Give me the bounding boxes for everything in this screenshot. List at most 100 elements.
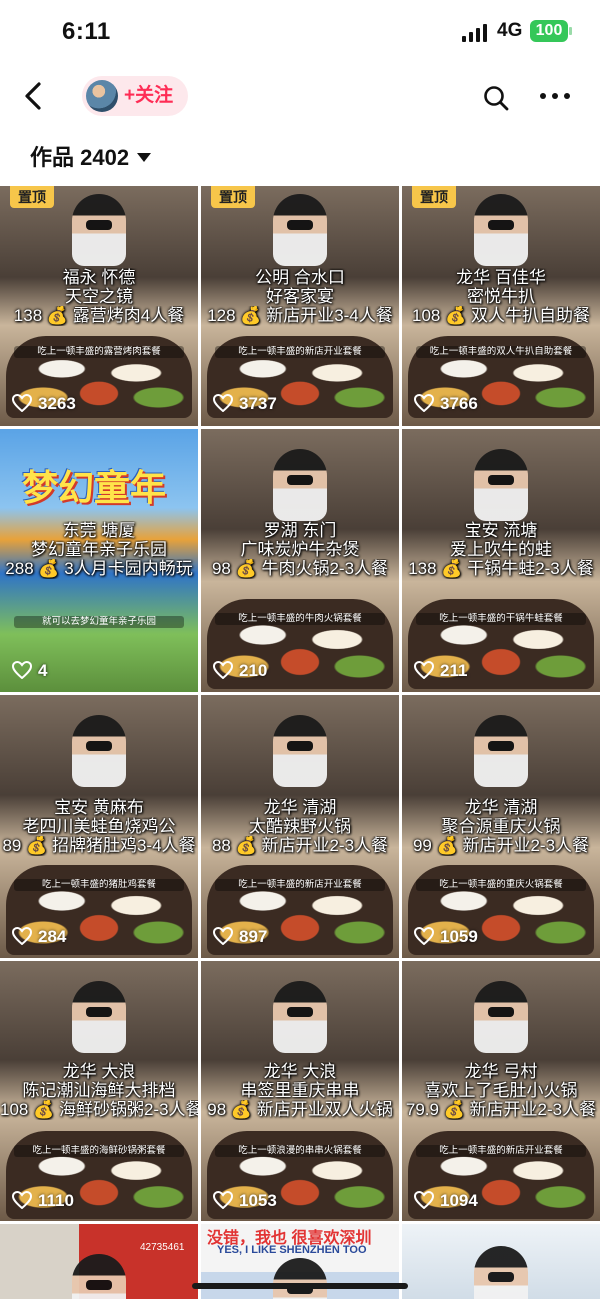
tile-subtitle: 吃上一顿丰盛的重庆火锅套餐 (416, 879, 586, 891)
heart-icon (213, 661, 233, 679)
tile-thumbnail (72, 1254, 126, 1299)
video-tile[interactable]: 龙华 大浪 陈记潮汕海鲜大排档 108 💰 海鲜砂锅粥2-3人餐 吃上一顿丰盛的… (0, 961, 198, 1221)
like-count: 897 (213, 927, 267, 947)
heart-icon (414, 394, 434, 412)
video-tile[interactable]: 置顶 公明 合水口 好客家宴 128 💰 新店开业3-4人餐 吃上一顿丰盛的新店… (201, 186, 399, 426)
pinned-badge: 置顶 (412, 186, 456, 208)
tile-caption-restaurant: 好客家宴 (266, 287, 334, 306)
tile-caption-restaurant: 爱上吹牛的蛙 (450, 540, 552, 559)
like-count: 1110 (12, 1191, 74, 1211)
tile-thumbnail (474, 715, 528, 787)
like-count: 4 (12, 661, 47, 681)
like-count-value: 3737 (239, 394, 277, 413)
tile-caption-location: 福永 怀德 (62, 268, 136, 287)
tile-caption-deal: 138 💰 露营烤肉4人餐 (13, 306, 185, 325)
heart-icon (414, 927, 434, 945)
battery-icon: 100 (530, 20, 572, 42)
video-tile[interactable]: 宝安 流塘 爱上吹牛的蛙 138 💰 干锅牛蛙2-3人餐 吃上一顿丰盛的干锅牛蛙… (402, 429, 600, 692)
heart-icon (213, 394, 233, 412)
tile-caption-location: 龙华 大浪 (263, 1062, 337, 1081)
works-label: 作品 (30, 145, 75, 170)
video-tile[interactable]: 龙华 清湖 聚合源重庆火锅 99 💰 新店开业2-3人餐 吃上一顿丰盛的重庆火锅… (402, 695, 600, 958)
back-button[interactable] (18, 78, 52, 114)
like-count-value: 211 (440, 661, 468, 680)
network-type: 4G (497, 20, 523, 41)
avatar[interactable] (86, 80, 118, 112)
tile-thumbnail (474, 194, 528, 266)
like-count: 211 (414, 661, 467, 681)
tile-thumbnail (474, 449, 528, 521)
tile-thumbnail (474, 1246, 528, 1299)
tile-caption-restaurant: 天空之镜 (65, 287, 133, 306)
tile-thumbnail (474, 981, 528, 1053)
tile-subtitle: 吃上一顿丰盛的牛肉火锅套餐 (215, 613, 385, 625)
home-indicator[interactable] (192, 1283, 408, 1289)
tile-subtitle: 就可以去梦幻童年亲子乐园 (14, 616, 184, 628)
like-count-value: 210 (239, 661, 268, 680)
heart-icon (12, 394, 32, 412)
heart-icon (213, 1191, 233, 1209)
like-count-value: 4 (38, 661, 48, 680)
heart-icon (414, 661, 434, 679)
video-tile[interactable] (402, 1224, 600, 1299)
video-tile[interactable]: 罗湖 东门 广味炭炉牛杂煲 98 💰 牛肉火锅2-3人餐 吃上一顿丰盛的牛肉火锅… (201, 429, 399, 692)
tile-caption-location: 龙华 清湖 (263, 798, 337, 817)
tile-thumbnail (72, 194, 126, 266)
video-tile[interactable]: 42735461 (0, 1224, 198, 1299)
tile-thumbnail (273, 194, 327, 266)
video-tile[interactable]: 置顶 福永 怀德 天空之镜 138 💰 露营烤肉4人餐 吃上一顿丰盛的露营烤肉套… (0, 186, 198, 426)
tile-caption-restaurant: 太酷辣野火锅 (249, 817, 351, 836)
more-button[interactable] (538, 84, 572, 108)
video-tile[interactable]: 梦幻童年 东莞 塘厦 梦幻童年亲子乐园 288 💰 3人月卡园内畅玩 就可以去梦… (0, 429, 198, 692)
tile-subtitle: 吃上一顿丰盛的猪肚鸡套餐 (14, 879, 184, 891)
tile-caption-deal: 108 💰 海鲜砂锅粥2-3人餐 (0, 1100, 198, 1119)
pinned-badge: 置顶 (10, 186, 54, 208)
like-count: 1053 (213, 1191, 277, 1211)
video-tile[interactable]: 龙华 大浪 串签里重庆串串 98 💰 新店开业双人火锅 吃上一顿浪漫的串串火锅套… (201, 961, 399, 1221)
like-count: 3766 (414, 394, 478, 414)
like-count: 210 (213, 661, 267, 681)
like-count: 3737 (213, 394, 277, 414)
search-icon (484, 86, 509, 111)
tile-caption-location: 东莞 塘厦 (62, 521, 136, 540)
tile-caption-restaurant: 老四川美蛙鱼烧鸡公 (22, 817, 176, 836)
search-button[interactable] (482, 84, 510, 112)
tile-thumbnail (273, 981, 327, 1053)
chevron-left-icon (25, 82, 41, 110)
video-tile[interactable]: 龙华 清湖 太酷辣野火锅 88 💰 新店开业2-3人餐 吃上一顿丰盛的新店开业套… (201, 695, 399, 958)
tile-thumbnail (273, 715, 327, 787)
follow-button[interactable]: +关注 (124, 76, 173, 116)
status-bar: 6:11 4G 100 (0, 0, 600, 64)
tile-caption-location: 龙华 百佳华 (456, 268, 546, 287)
tile-caption-restaurant: 梦幻童年亲子乐园 (31, 540, 167, 559)
tile-subtitle: 吃上一顿丰盛的新店开业套餐 (215, 346, 385, 358)
follow-pill[interactable]: +关注 (82, 76, 188, 116)
tile-caption-deal: 98 💰 牛肉火锅2-3人餐 (211, 559, 389, 578)
tile-thumbnail (72, 715, 126, 787)
like-count-value: 3766 (440, 394, 478, 413)
video-tile[interactable]: 置顶 龙华 百佳华 密悦牛扒 108 💰 双人牛扒自助餐 吃上一顿丰盛的双人牛扒… (402, 186, 600, 426)
tile-caption-deal: 138 💰 干锅牛蛙2-3人餐 (408, 559, 594, 578)
like-count: 284 (12, 927, 66, 947)
tile-thumbnail (273, 449, 327, 521)
tile-top-text: 42735461 (140, 1242, 185, 1253)
status-time: 6:11 (62, 18, 111, 45)
tile-caption-restaurant: 喜欢上了毛肚小火锅 (424, 1081, 578, 1100)
video-tile[interactable]: 宝安 黄麻布 老四川美蛙鱼烧鸡公 89 💰 招牌猪肚鸡3-4人餐 吃上一顿丰盛的… (0, 695, 198, 958)
tile-caption-location: 龙华 清湖 (464, 798, 538, 817)
tile-caption-deal: 99 💰 新店开业2-3人餐 (412, 836, 590, 855)
like-count-value: 897 (239, 927, 268, 946)
tile-thumbnail (72, 981, 126, 1053)
tile-subtitle: 吃上一顿丰盛的海鲜砂锅粥套餐 (14, 1145, 184, 1157)
tile-caption-location: 宝安 流塘 (464, 521, 538, 540)
tile-caption-location: 罗湖 东门 (263, 521, 337, 540)
tile-caption-deal: 108 💰 双人牛扒自助餐 (412, 306, 590, 325)
video-tile[interactable]: 龙华 弓村 喜欢上了毛肚小火锅 79.9 💰 新店开业2-3人餐 吃上一顿丰盛的… (402, 961, 600, 1221)
like-count-value: 1094 (440, 1191, 478, 1210)
tile-caption-location: 龙华 大浪 (62, 1062, 136, 1081)
tile-caption-restaurant: 陈记潮汕海鲜大排档 (22, 1081, 176, 1100)
like-count-value: 1059 (440, 927, 478, 946)
like-count-value: 3263 (38, 394, 76, 413)
like-count-value: 1053 (239, 1191, 277, 1210)
works-sort-dropdown[interactable]: 作品 2402 (30, 140, 152, 176)
